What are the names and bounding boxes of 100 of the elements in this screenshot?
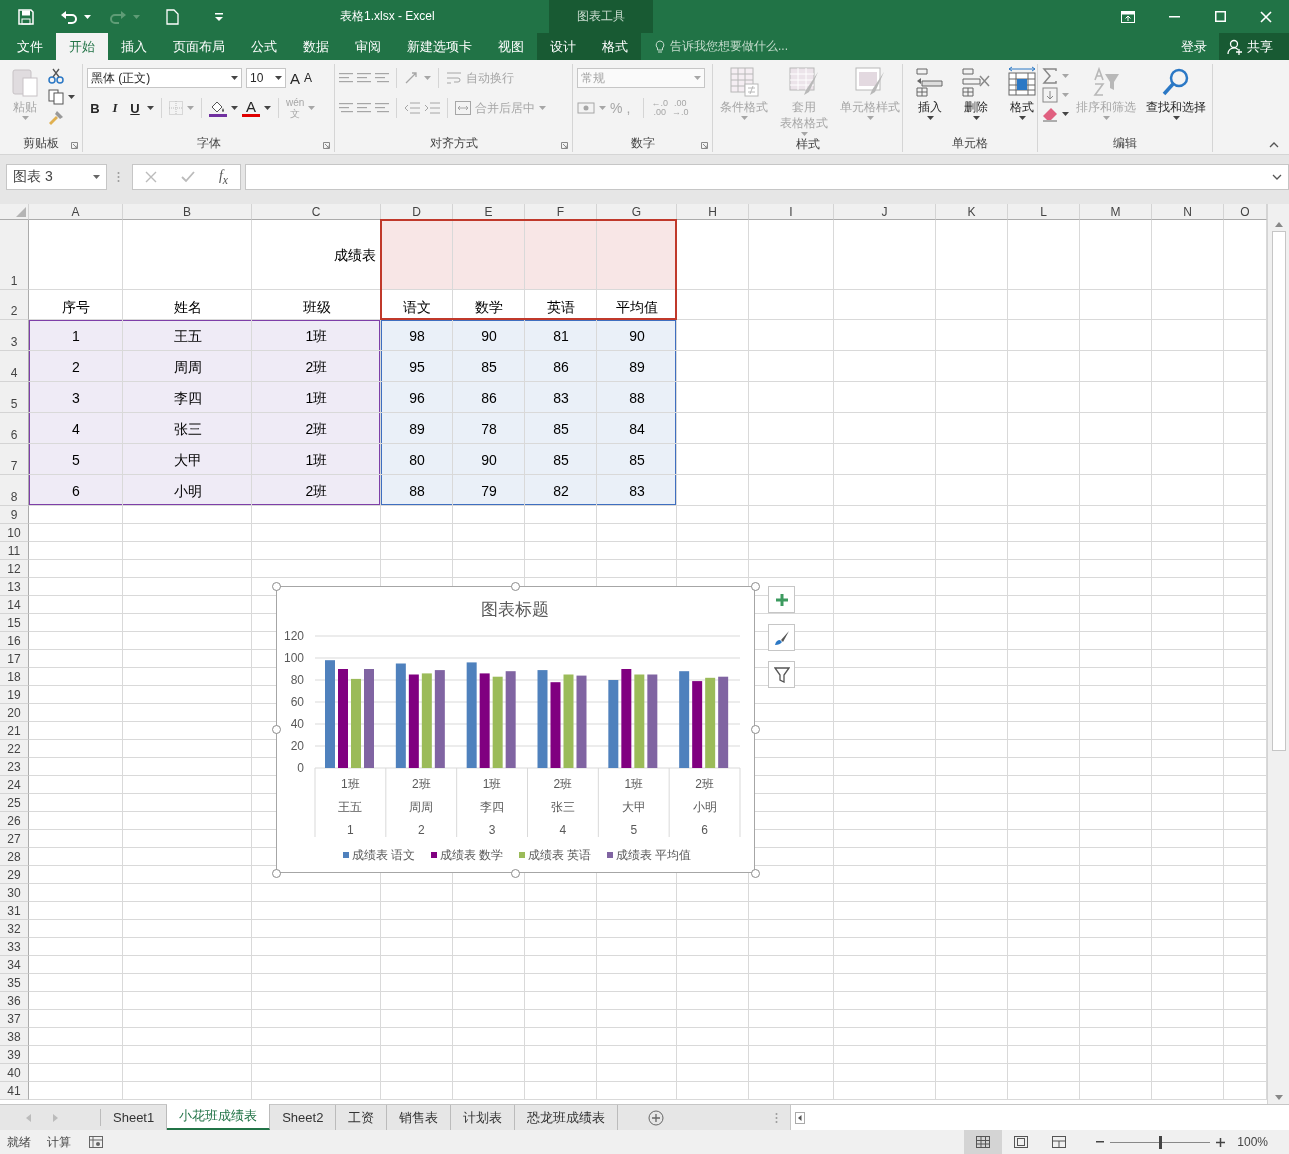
row-header[interactable]: 5: [0, 382, 29, 413]
zoom-level[interactable]: 100%: [1237, 1135, 1268, 1149]
ribbon-tab[interactable]: 新建选项卡: [394, 33, 485, 60]
row-header[interactable]: 24: [0, 776, 29, 794]
new-document-icon[interactable]: [166, 8, 179, 25]
add-sheet-icon[interactable]: [648, 1109, 665, 1126]
ribbon-tab[interactable]: 公式: [238, 33, 290, 60]
row-header[interactable]: 13: [0, 578, 29, 596]
row-header[interactable]: 4: [0, 351, 29, 382]
format-painter-icon[interactable]: [48, 110, 64, 126]
scrollbar-thumb[interactable]: [1271, 231, 1286, 751]
row-header[interactable]: 10: [0, 524, 29, 542]
center-icon[interactable]: [357, 102, 371, 114]
ribbon-tab[interactable]: 格式: [589, 33, 641, 60]
customize-icon[interactable]: [215, 12, 223, 21]
align-left-icon[interactable]: [339, 102, 353, 114]
column-header[interactable]: H: [677, 204, 749, 220]
share-button[interactable]: 共享: [1219, 33, 1289, 60]
underline-button[interactable]: U: [127, 100, 143, 116]
bottom-align-icon[interactable]: [375, 72, 389, 84]
ribbon-display-icon[interactable]: [1121, 10, 1135, 23]
row-header[interactable]: 8: [0, 475, 29, 506]
name-box[interactable]: 图表 3: [6, 164, 107, 190]
column-header[interactable]: L: [1008, 204, 1080, 220]
middle-align-icon[interactable]: [357, 72, 371, 84]
dialog-launcher-icon[interactable]: [323, 142, 330, 149]
row-header[interactable]: 2: [0, 290, 29, 320]
caret-icon[interactable]: [972, 116, 980, 120]
font-color-button[interactable]: A: [246, 99, 256, 114]
zoom-in-icon[interactable]: [1216, 1137, 1226, 1147]
italic-button[interactable]: I: [107, 100, 123, 116]
splitter-icon[interactable]: [775, 1111, 778, 1124]
row-header[interactable]: 6: [0, 413, 29, 444]
ribbon-tab[interactable]: 文件: [4, 33, 56, 60]
dialog-launcher-icon[interactable]: [701, 142, 708, 149]
chart-filters-button[interactable]: [768, 661, 795, 688]
sum-icon[interactable]: [1042, 68, 1058, 84]
row-header[interactable]: 37: [0, 1010, 29, 1028]
row-header[interactable]: 38: [0, 1028, 29, 1046]
ribbon-tab[interactable]: 视图: [485, 33, 537, 60]
copy-icon[interactable]: [48, 89, 64, 105]
column-header[interactable]: G: [597, 204, 677, 220]
macro-record-icon[interactable]: [89, 1136, 103, 1148]
expand-icon[interactable]: [1272, 174, 1282, 180]
row-header[interactable]: 12: [0, 560, 29, 578]
column-header[interactable]: J: [834, 204, 936, 220]
row-header[interactable]: 36: [0, 992, 29, 1010]
row-header[interactable]: 20: [0, 704, 29, 722]
maximize-icon[interactable]: [1214, 11, 1226, 22]
fill-color-icon[interactable]: [209, 99, 227, 117]
column-header[interactable]: M: [1080, 204, 1152, 220]
resize-handle[interactable]: [271, 581, 281, 591]
row-header[interactable]: 17: [0, 650, 29, 668]
row-header[interactable]: 15: [0, 614, 29, 632]
column-header[interactable]: F: [525, 204, 597, 220]
increase-indent-icon[interactable]: [424, 102, 440, 114]
row-header[interactable]: 39: [0, 1046, 29, 1064]
drag-handle-icon[interactable]: [117, 171, 120, 183]
caret-icon[interactable]: [231, 76, 238, 80]
scroll-up-icon[interactable]: [1274, 222, 1283, 227]
row-header[interactable]: 41: [0, 1082, 29, 1100]
row-header[interactable]: 18: [0, 668, 29, 686]
caret-icon[interactable]: [68, 95, 75, 99]
ribbon-tab[interactable]: 开始: [56, 33, 108, 60]
row-header[interactable]: 14: [0, 596, 29, 614]
row-header[interactable]: 11: [0, 542, 29, 560]
caret-icon[interactable]: [1018, 116, 1026, 120]
ribbon-button[interactable]: 查找和选择: [1143, 66, 1209, 120]
caret-icon[interactable]: [926, 116, 934, 120]
caret-icon[interactable]: [93, 175, 100, 179]
column-header[interactable]: O: [1224, 204, 1267, 220]
row-header[interactable]: 31: [0, 902, 29, 920]
insert-function-button[interactable]: f$_{x}$: [218, 167, 228, 187]
orientation-icon[interactable]: [404, 71, 420, 85]
row-header[interactable]: 19: [0, 686, 29, 704]
top-align-icon[interactable]: [339, 72, 353, 84]
row-header[interactable]: 28: [0, 848, 29, 866]
chart-styles-button[interactable]: [768, 624, 795, 651]
caret-icon[interactable]: [231, 106, 238, 110]
row-header[interactable]: 29: [0, 866, 29, 884]
row-header[interactable]: 23: [0, 758, 29, 776]
row-header[interactable]: 22: [0, 740, 29, 758]
close-icon[interactable]: [1260, 10, 1272, 23]
undo-icon[interactable]: [60, 8, 78, 25]
scroll-down-icon[interactable]: [1274, 1095, 1283, 1100]
caret-icon[interactable]: [84, 14, 91, 19]
dialog-launcher-icon[interactable]: [71, 142, 78, 149]
row-header[interactable]: 27: [0, 830, 29, 848]
decrease-indent-icon[interactable]: [404, 102, 420, 114]
caret-icon[interactable]: [147, 106, 154, 110]
chart-area[interactable]: 图表标题 0 20 40 60 80 100 120 1班 王五 1 2班 周周 2 1班 李四 3 2班 张三 4 1班 大甲 5 2班 小明 6 成绩表 语文 成绩表 数学 成绩表 英语 成绩表 平均值: [276, 586, 755, 873]
column-header[interactable]: K: [936, 204, 1008, 220]
ribbon-button[interactable]: 删除: [957, 66, 995, 120]
row-header[interactable]: 35: [0, 974, 29, 992]
scissors-icon[interactable]: [48, 68, 64, 84]
dialog-launcher-icon[interactable]: [561, 142, 568, 149]
shrink-font-button[interactable]: A: [304, 71, 313, 85]
ribbon-tab[interactable]: 页面布局: [160, 33, 238, 60]
cancel-icon[interactable]: [145, 171, 157, 183]
ribbon-tab[interactable]: 数据: [290, 33, 342, 60]
